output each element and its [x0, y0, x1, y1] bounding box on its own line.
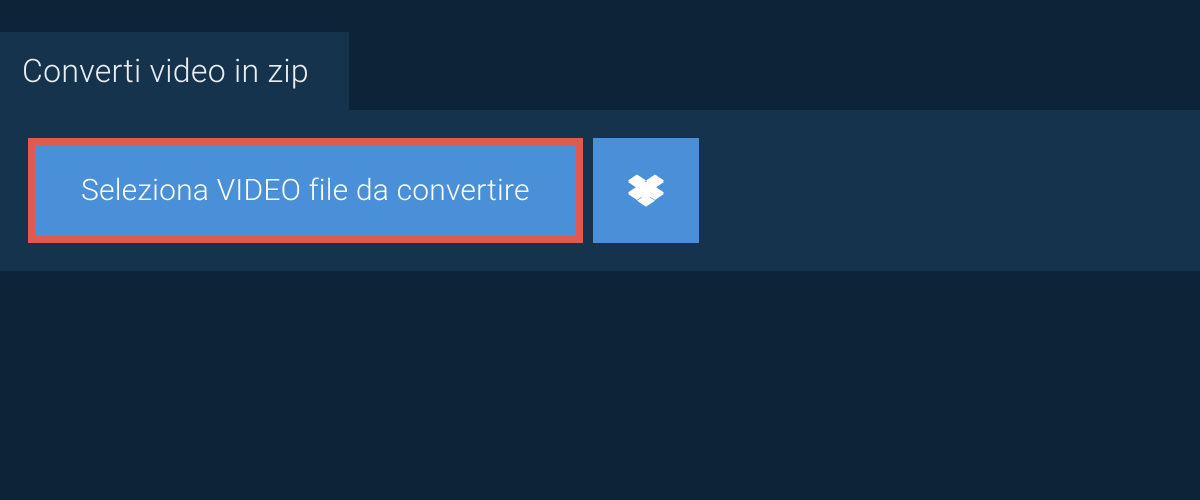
dropbox-button[interactable] — [593, 138, 699, 243]
conversion-panel: Seleziona VIDEO file da convertire — [0, 110, 1200, 271]
dropbox-icon — [628, 173, 664, 209]
tab-label: Converti video in zip — [22, 52, 309, 90]
tab-bar: Converti video in zip — [0, 0, 1200, 110]
tab-convert-video-zip[interactable]: Converti video in zip — [0, 32, 349, 110]
button-row: Seleziona VIDEO file da convertire — [28, 138, 1172, 243]
select-file-button[interactable]: Seleziona VIDEO file da convertire — [28, 138, 583, 243]
select-file-label: Seleziona VIDEO file da convertire — [81, 173, 530, 208]
